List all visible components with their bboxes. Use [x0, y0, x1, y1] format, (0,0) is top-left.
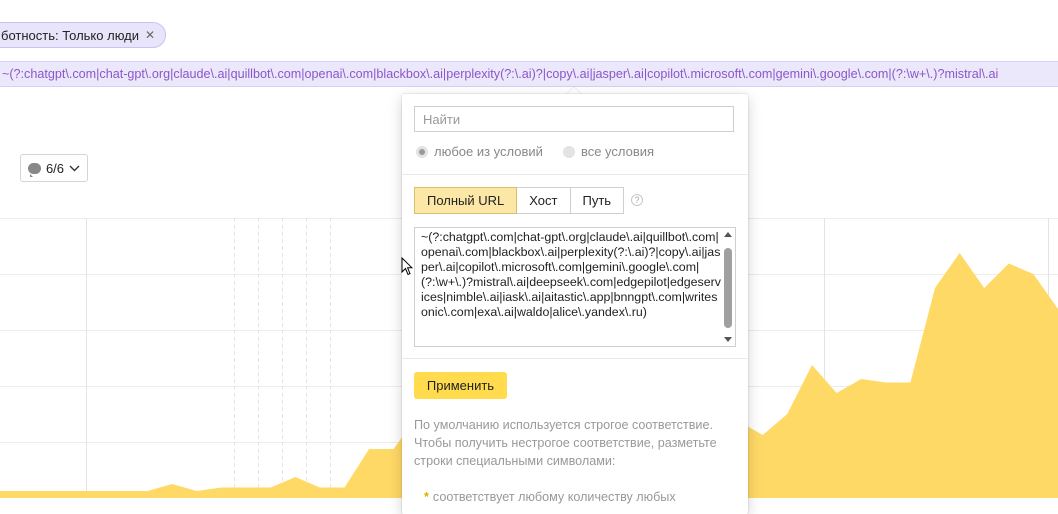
tab-full-url[interactable]: Полный URL: [414, 187, 518, 214]
segment-condition-text: ~(?:chatgpt\.com|chat-gpt\.org|claude\.a…: [2, 67, 999, 81]
chevron-down-icon: [69, 165, 80, 171]
radio-all-label: все условия: [580, 144, 655, 159]
url-filter-popup: любое из условий все условия Полный URL …: [402, 94, 748, 514]
match-scope-tabs: Полный URL Хост Путь: [414, 187, 625, 214]
search-input[interactable]: [414, 106, 734, 132]
close-icon[interactable]: ✕: [145, 29, 155, 41]
divider: [402, 174, 748, 175]
apply-button[interactable]: Применить: [414, 372, 507, 399]
hint-bullet-item: * соответствует любому количеству любых: [424, 490, 676, 504]
asterisk-symbol: *: [424, 490, 429, 504]
scroll-up-arrow-icon[interactable]: [724, 232, 732, 237]
hint-bullet-text: соответствует любому количеству любых: [432, 490, 676, 504]
segment-condition-bar[interactable]: ~(?:chatgpt\.com|chat-gpt\.org|claude\.a…: [0, 61, 1058, 87]
radio-dot-checked: [416, 145, 428, 158]
filter-chip-bot-status[interactable]: ботность: Только люди ✕: [0, 22, 167, 48]
url-pattern-textarea[interactable]: ~(?:chatgpt\.com|chat-gpt\.org|claude\.a…: [414, 227, 736, 347]
divider: [402, 358, 748, 359]
help-icon[interactable]: ?: [631, 194, 643, 206]
radio-any-condition[interactable]: любое из условий: [416, 144, 543, 159]
tab-host[interactable]: Хост: [516, 187, 571, 214]
comments-toggle-button[interactable]: 6/6: [20, 154, 88, 182]
matching-hint-text: По умолчанию используется строгое соотве…: [414, 418, 717, 468]
condition-mode-group: любое из условий все условия: [416, 144, 654, 159]
url-pattern-value: ~(?:chatgpt\.com|chat-gpt\.org|claude\.a…: [421, 230, 721, 320]
radio-any-label: любое из условий: [434, 144, 543, 159]
scrollbar-thumb[interactable]: [724, 248, 732, 328]
comments-count: 6/6: [45, 160, 65, 176]
tab-path[interactable]: Путь: [569, 187, 625, 214]
mouse-cursor-icon: [401, 257, 413, 276]
speech-bubble-icon: [27, 162, 41, 177]
radio-all-conditions[interactable]: все условия: [562, 144, 655, 159]
filter-chip-label: ботность: Только люди: [1, 27, 140, 43]
radio-dot: [562, 145, 575, 158]
scroll-down-arrow-icon[interactable]: [724, 337, 732, 342]
